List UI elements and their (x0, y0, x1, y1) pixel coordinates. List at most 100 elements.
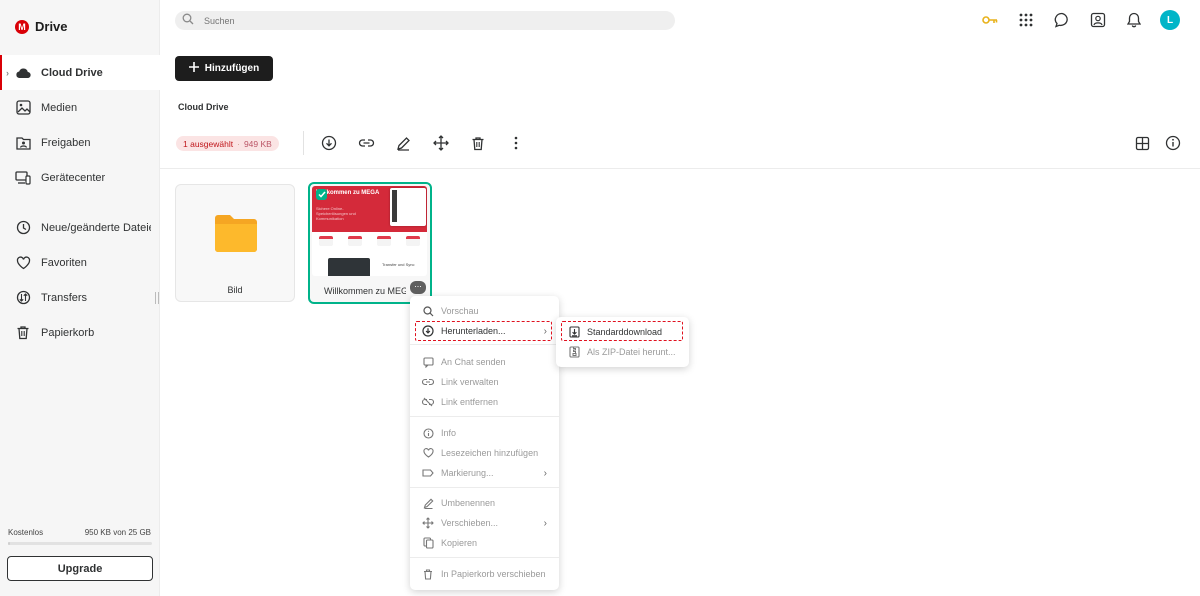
file-card-selected[interactable]: Willkommen zu MEGA Sichere Online-Speich… (308, 182, 432, 304)
apps-grid-icon[interactable] (1016, 10, 1036, 30)
info-icon[interactable] (1164, 134, 1182, 152)
thumbnail-feature-2 (348, 236, 363, 246)
menu-item-label: Link verwalten (441, 377, 499, 387)
menu-item-manage-link[interactable]: Link verwalten (410, 372, 559, 392)
selection-separator: · (237, 138, 240, 149)
menu-item-label: Lesezeichen hinzufügen (441, 448, 539, 458)
sidebar-item-cloud-drive[interactable]: › Cloud Drive (0, 55, 160, 90)
menu-item-label: Herunterladen... (441, 326, 506, 336)
sidebar-item-label: Papierkorb (41, 326, 95, 339)
key-icon[interactable] (980, 10, 1000, 30)
menu-item-copy[interactable]: Kopieren (410, 533, 559, 553)
thumbnail-feature-3 (376, 236, 391, 246)
sidebar: M Drive › Cloud Drive Medien Freigaben G… (0, 0, 160, 596)
chevron-right-icon: › (543, 517, 547, 529)
heart-icon (15, 255, 31, 271)
menu-separator (410, 487, 559, 488)
menu-item-info[interactable]: Info (410, 423, 559, 443)
upgrade-button[interactable]: Upgrade (7, 556, 153, 581)
menu-item-label: Standarddownload (587, 327, 663, 337)
menu-separator (410, 557, 559, 558)
add-button-label: Hinzufügen (204, 63, 260, 74)
file-name: Willkommen zu MEGA (324, 286, 406, 296)
menu-item-move-to-trash[interactable]: In Papierkorb verschieben (410, 564, 559, 584)
more-vertical-icon[interactable] (507, 134, 525, 152)
checkbox-checked-icon[interactable] (316, 189, 327, 200)
storage-progress-fill (8, 542, 10, 545)
menu-item-move[interactable]: Verschieben... › (410, 513, 559, 533)
menu-item-label: Kopieren (441, 538, 478, 548)
chevron-right-icon: › (543, 467, 547, 479)
sidebar-item-shares[interactable]: Freigaben (0, 125, 160, 160)
menu-item-label: Verschieben... (441, 518, 499, 528)
main-area: L Hinzufügen Cloud Drive 1 ausgewählt · … (160, 0, 1200, 596)
breadcrumb[interactable]: Cloud Drive (178, 102, 229, 112)
move-icon[interactable] (432, 134, 450, 152)
menu-item-download-zip[interactable]: Als ZIP-Datei herunt... (556, 342, 689, 362)
logo[interactable]: M Drive (15, 19, 68, 34)
add-button[interactable]: Hinzufügen (175, 56, 273, 81)
avatar[interactable]: L (1160, 10, 1180, 30)
menu-item-rename[interactable]: Umbenennen (410, 493, 559, 513)
file-name: Bild (227, 285, 243, 295)
heart-icon (422, 447, 434, 459)
context-menu: Vorschau Herunterladen... › An Chat send… (410, 296, 559, 590)
cloud-icon (15, 65, 31, 81)
menu-item-download[interactable]: Herunterladen... › (410, 321, 559, 341)
app-title: Drive (35, 19, 68, 34)
selection-size: 949 KB (243, 138, 272, 149)
image-icon (15, 100, 31, 116)
sidebar-item-media[interactable]: Medien (0, 90, 160, 125)
move-icon (422, 517, 434, 529)
search-bar[interactable] (175, 11, 675, 30)
download-icon (422, 325, 434, 337)
sidebar-resize-handle[interactable] (155, 292, 159, 304)
chevron-right-icon: › (6, 67, 9, 78)
clock-icon (15, 220, 31, 236)
selection-count: 1 ausgewählt (183, 138, 234, 149)
search-icon (422, 305, 434, 317)
sidebar-item-favourites[interactable]: Favoriten (0, 245, 160, 280)
contacts-icon[interactable] (1088, 10, 1108, 30)
thumbnail-feature-1 (319, 236, 334, 246)
zip-icon (568, 346, 580, 358)
sidebar-item-recents[interactable]: Neue/geänderte Dateien (0, 210, 160, 245)
download-icon[interactable] (320, 134, 338, 152)
menu-item-label: Link entfernen (441, 397, 499, 407)
thumbnail-feature-4 (405, 236, 420, 246)
menu-item-standard-download[interactable]: Standarddownload (556, 322, 689, 342)
bell-icon[interactable] (1124, 10, 1144, 30)
menu-item-send-to-chat[interactable]: An Chat senden (410, 352, 559, 372)
storage-plan: Kostenlos (8, 528, 44, 537)
file-card-folder[interactable]: Bild (175, 184, 295, 302)
shared-folder-icon (15, 135, 31, 151)
pencil-icon[interactable] (394, 134, 412, 152)
menu-item-preview[interactable]: Vorschau (410, 301, 559, 321)
sidebar-item-label: Cloud Drive (41, 66, 103, 79)
sidebar-item-devices[interactable]: Gerätecenter (0, 160, 160, 195)
link-icon (422, 376, 434, 388)
trash-icon[interactable] (469, 134, 487, 152)
thumbnail-caption: Transfer und Sync (382, 262, 415, 267)
selection-badge: 1 ausgewählt · 949 KB (176, 136, 279, 151)
sidebar-item-label: Medien (41, 101, 78, 114)
menu-item-label-tag[interactable]: Markierung... › (410, 463, 559, 483)
search-input[interactable] (204, 15, 604, 26)
link-icon[interactable] (357, 134, 375, 152)
sidebar-item-transfers[interactable]: Transfers (0, 280, 160, 315)
sidebar-item-label: Gerätecenter (41, 171, 106, 184)
menu-item-add-bookmark[interactable]: Lesezeichen hinzufügen (410, 443, 559, 463)
chevron-right-icon: › (543, 325, 547, 337)
sidebar-item-trash[interactable]: Papierkorb (0, 315, 160, 350)
menu-separator (410, 416, 559, 417)
menu-separator (410, 344, 559, 345)
thumbnail-window (390, 188, 426, 226)
more-options-icon[interactable]: ... (410, 280, 426, 294)
grid-view-icon[interactable] (1133, 134, 1151, 152)
storage-progress-bar (8, 542, 152, 545)
tag-icon (422, 467, 434, 479)
menu-item-remove-link[interactable]: Link entfernen (410, 392, 559, 412)
chat-icon[interactable] (1052, 10, 1072, 30)
devices-icon (15, 170, 31, 186)
trash-icon (15, 325, 31, 341)
